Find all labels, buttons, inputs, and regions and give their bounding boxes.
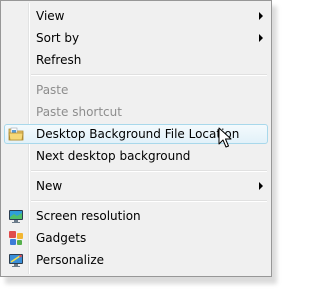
submenu-arrow-icon <box>259 12 263 20</box>
menu-separator <box>31 170 267 172</box>
menu-item-label: Next desktop background <box>36 149 191 163</box>
menu-item-sort-by[interactable]: Sort by <box>4 28 268 48</box>
menu-item-label: Desktop Background File Location <box>36 127 240 141</box>
menu-item-refresh[interactable]: Refresh <box>4 50 268 70</box>
menu-item-view[interactable]: View <box>4 6 268 26</box>
menu-item-label: View <box>36 9 65 23</box>
menu-item-gadgets[interactable]: Gadgets <box>4 228 268 248</box>
menu-item-new[interactable]: New <box>4 176 268 196</box>
menu-item-label: Personalize <box>36 253 105 267</box>
menu-item-label: Gadgets <box>36 231 87 245</box>
menu-separator <box>31 74 267 76</box>
menu-item-label: Refresh <box>36 53 82 67</box>
menu-separator <box>31 200 267 202</box>
personalize-icon <box>9 254 23 267</box>
menu-item-label: Sort by <box>36 31 80 45</box>
menu-item-label: Paste <box>36 83 69 97</box>
submenu-arrow-icon <box>259 182 263 190</box>
menu-item-paste: Paste <box>4 80 268 100</box>
submenu-arrow-icon <box>259 34 263 42</box>
menu-item-label: New <box>36 179 63 193</box>
monitor-icon <box>9 210 23 223</box>
mouse-pointer-icon <box>218 127 232 148</box>
gadgets-icon <box>9 231 23 245</box>
menu-item-label: Paste shortcut <box>36 105 122 119</box>
menu-item-label: Screen resolution <box>36 209 141 223</box>
menu-item-personalize[interactable]: Personalize <box>4 250 268 270</box>
menu-item-next-desktop-background[interactable]: Next desktop background <box>4 146 268 166</box>
folder-icon <box>8 127 24 141</box>
menu-item-paste-shortcut: Paste shortcut <box>4 102 268 122</box>
menu-item-screen-resolution[interactable]: Screen resolution <box>4 206 268 226</box>
